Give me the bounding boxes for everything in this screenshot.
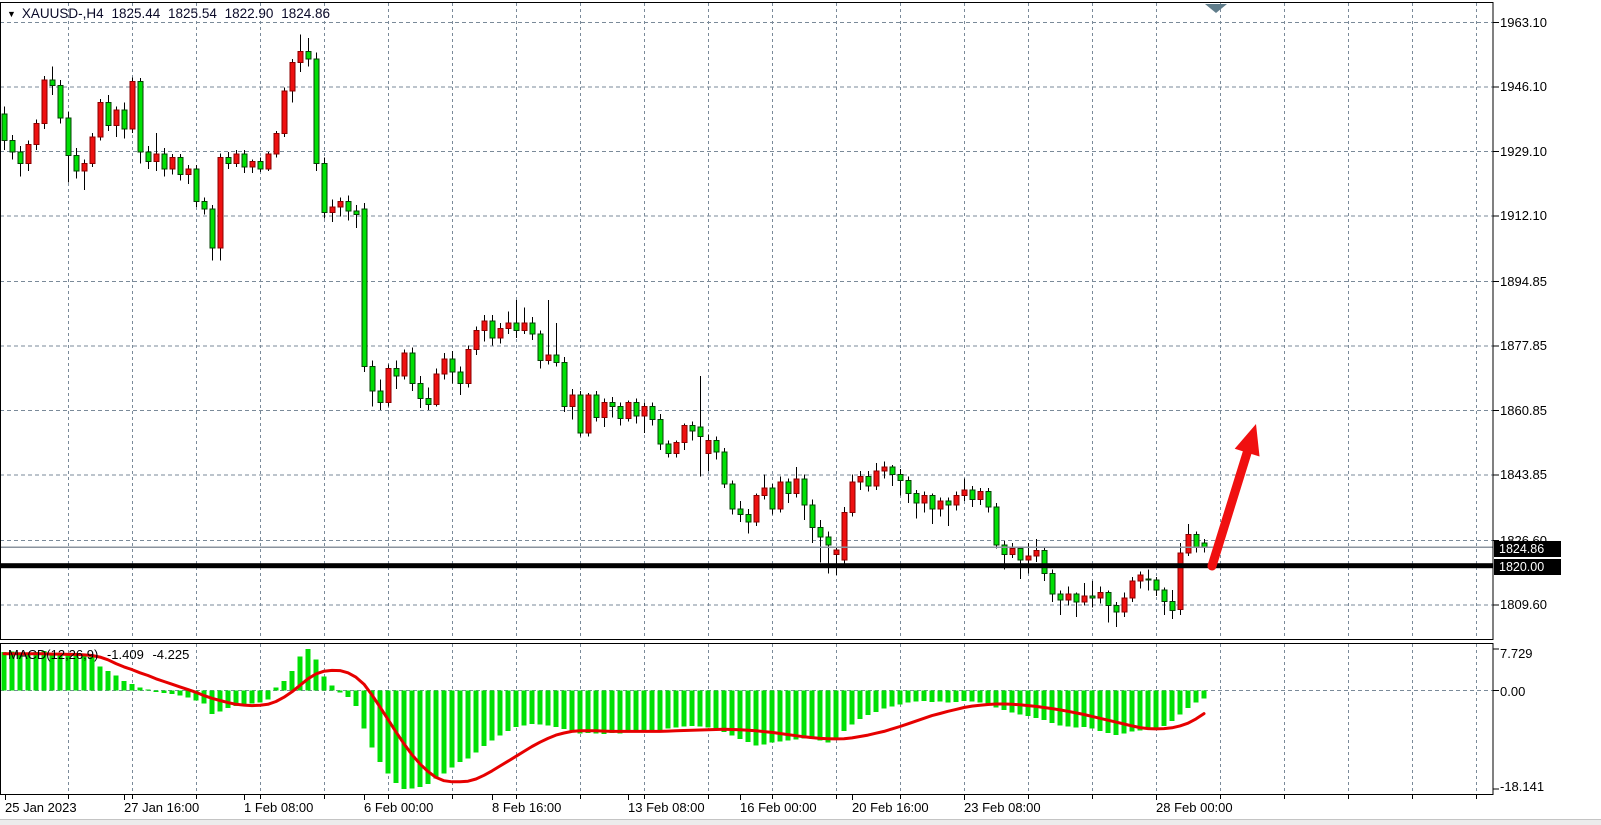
time-axis-tick: 8 Feb 16:00 — [492, 800, 561, 815]
price-axis-tick: 1860.85 — [1500, 403, 1547, 418]
ohlc-close: 1824.86 — [281, 6, 330, 21]
time-axis-tick: 6 Feb 00:00 — [364, 800, 433, 815]
price-axis-tick: 1963.10 — [1500, 15, 1547, 30]
time-axis-tick: 23 Feb 08:00 — [964, 800, 1041, 815]
price-axis-tick: 1929.10 — [1500, 144, 1547, 159]
ohlc-open: 1825.44 — [111, 6, 160, 21]
time-axis-tick: 25 Jan 2023 — [5, 800, 77, 815]
current-price-badge: 1824.86 — [1494, 541, 1561, 557]
macd-signal-value: -4.225 — [152, 647, 189, 662]
macd-axis-tick: 7.729 — [1500, 646, 1533, 661]
symbol-header: ▼ XAUUSD-,H4 1825.44 1825.54 1822.90 1824… — [7, 6, 334, 21]
macd-value: -1.409 — [107, 647, 144, 662]
time-axis-tick: 20 Feb 16:00 — [852, 800, 929, 815]
time-axis-tick: 1 Feb 08:00 — [244, 800, 313, 815]
trading-chart-window: ▼ XAUUSD-,H4 1825.44 1825.54 1822.90 1824… — [0, 0, 1601, 825]
price-axis-tick: 1877.85 — [1500, 338, 1547, 353]
ohlc-high: 1825.54 — [168, 6, 217, 21]
price-axis-tick: 1894.85 — [1500, 274, 1547, 289]
macd-axis-tick: -18.141 — [1500, 779, 1544, 794]
macd-indicator-label: MACD(12,26,9) -1.409 -4.225 — [8, 647, 194, 662]
chart-shift-marker-icon[interactable] — [1205, 4, 1227, 13]
chart-canvas[interactable] — [0, 0, 1601, 825]
price-axis-tick: 1912.10 — [1500, 208, 1547, 223]
price-axis-tick: 1946.10 — [1500, 79, 1547, 94]
symbol-dropdown-icon[interactable]: ▼ — [7, 9, 16, 19]
macd-name: MACD(12,26,9) — [8, 647, 98, 662]
time-axis-tick: 16 Feb 00:00 — [740, 800, 817, 815]
time-axis-tick: 13 Feb 08:00 — [628, 800, 705, 815]
price-axis-tick: 1843.85 — [1500, 467, 1547, 482]
hline-price-badge: 1820.00 — [1494, 559, 1561, 575]
window-bottom-edge — [0, 819, 1601, 825]
symbol-period-label: XAUUSD-,H4 — [22, 6, 104, 21]
ohlc-low: 1822.90 — [225, 6, 274, 21]
price-axis-tick: 1809.60 — [1500, 597, 1547, 612]
time-axis-tick: 28 Feb 00:00 — [1156, 800, 1233, 815]
trend-arrow[interactable] — [1212, 424, 1260, 566]
time-axis-tick: 27 Jan 16:00 — [124, 800, 199, 815]
macd-axis-tick: 0.00 — [1500, 684, 1525, 699]
